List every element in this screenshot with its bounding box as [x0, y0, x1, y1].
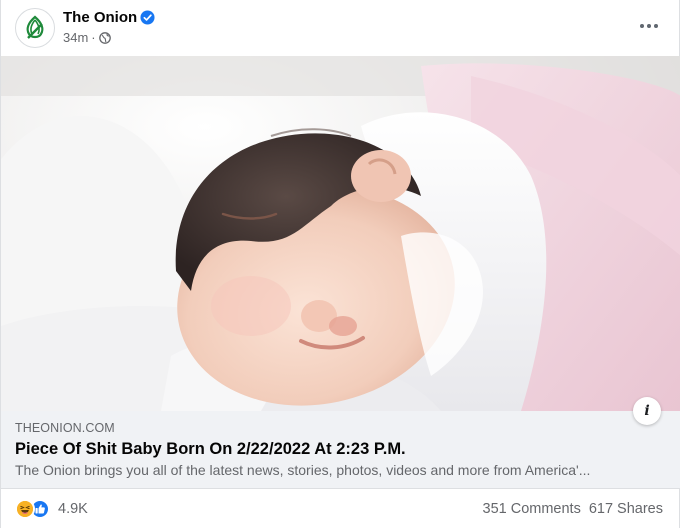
verified-badge-icon — [140, 10, 155, 25]
post-card: The Onion 34m · i THEONION.COM Piece Of … — [0, 0, 680, 528]
onion-logo-icon — [19, 12, 51, 44]
post-stats: 351 Comments 617 Shares — [483, 501, 664, 517]
page-name[interactable]: The Onion — [63, 9, 137, 26]
haha-reaction-icon — [15, 499, 35, 519]
info-button[interactable]: i — [633, 397, 661, 425]
post-timestamp[interactable]: 34m — [63, 30, 88, 45]
globe-icon — [98, 31, 111, 44]
page-avatar[interactable] — [15, 8, 55, 48]
more-dot — [647, 24, 651, 28]
post-header: The Onion 34m · — [1, 0, 680, 56]
sleeping-baby-photo — [1, 56, 680, 411]
reaction-count: 4.9K — [58, 501, 88, 517]
more-options-button[interactable] — [633, 12, 665, 40]
post-footer: 4.9K 351 Comments 617 Shares — [1, 490, 680, 528]
reactions-summary[interactable]: 4.9K — [15, 499, 88, 519]
link-description: The Onion brings you all of the latest n… — [15, 462, 591, 478]
comments-count[interactable]: 351 Comments — [483, 501, 581, 517]
post-meta: 34m · — [63, 30, 111, 45]
post-photo[interactable] — [1, 56, 680, 411]
shares-count[interactable]: 617 Shares — [589, 501, 663, 517]
more-dot — [654, 24, 658, 28]
link-domain: THEONION.COM — [15, 421, 115, 435]
link-headline[interactable]: Piece Of Shit Baby Born On 2/22/2022 At … — [15, 440, 406, 459]
more-options-icon — [640, 24, 644, 28]
link-preview[interactable]: THEONION.COM Piece Of Shit Baby Born On … — [1, 411, 680, 489]
meta-separator: · — [91, 30, 96, 45]
